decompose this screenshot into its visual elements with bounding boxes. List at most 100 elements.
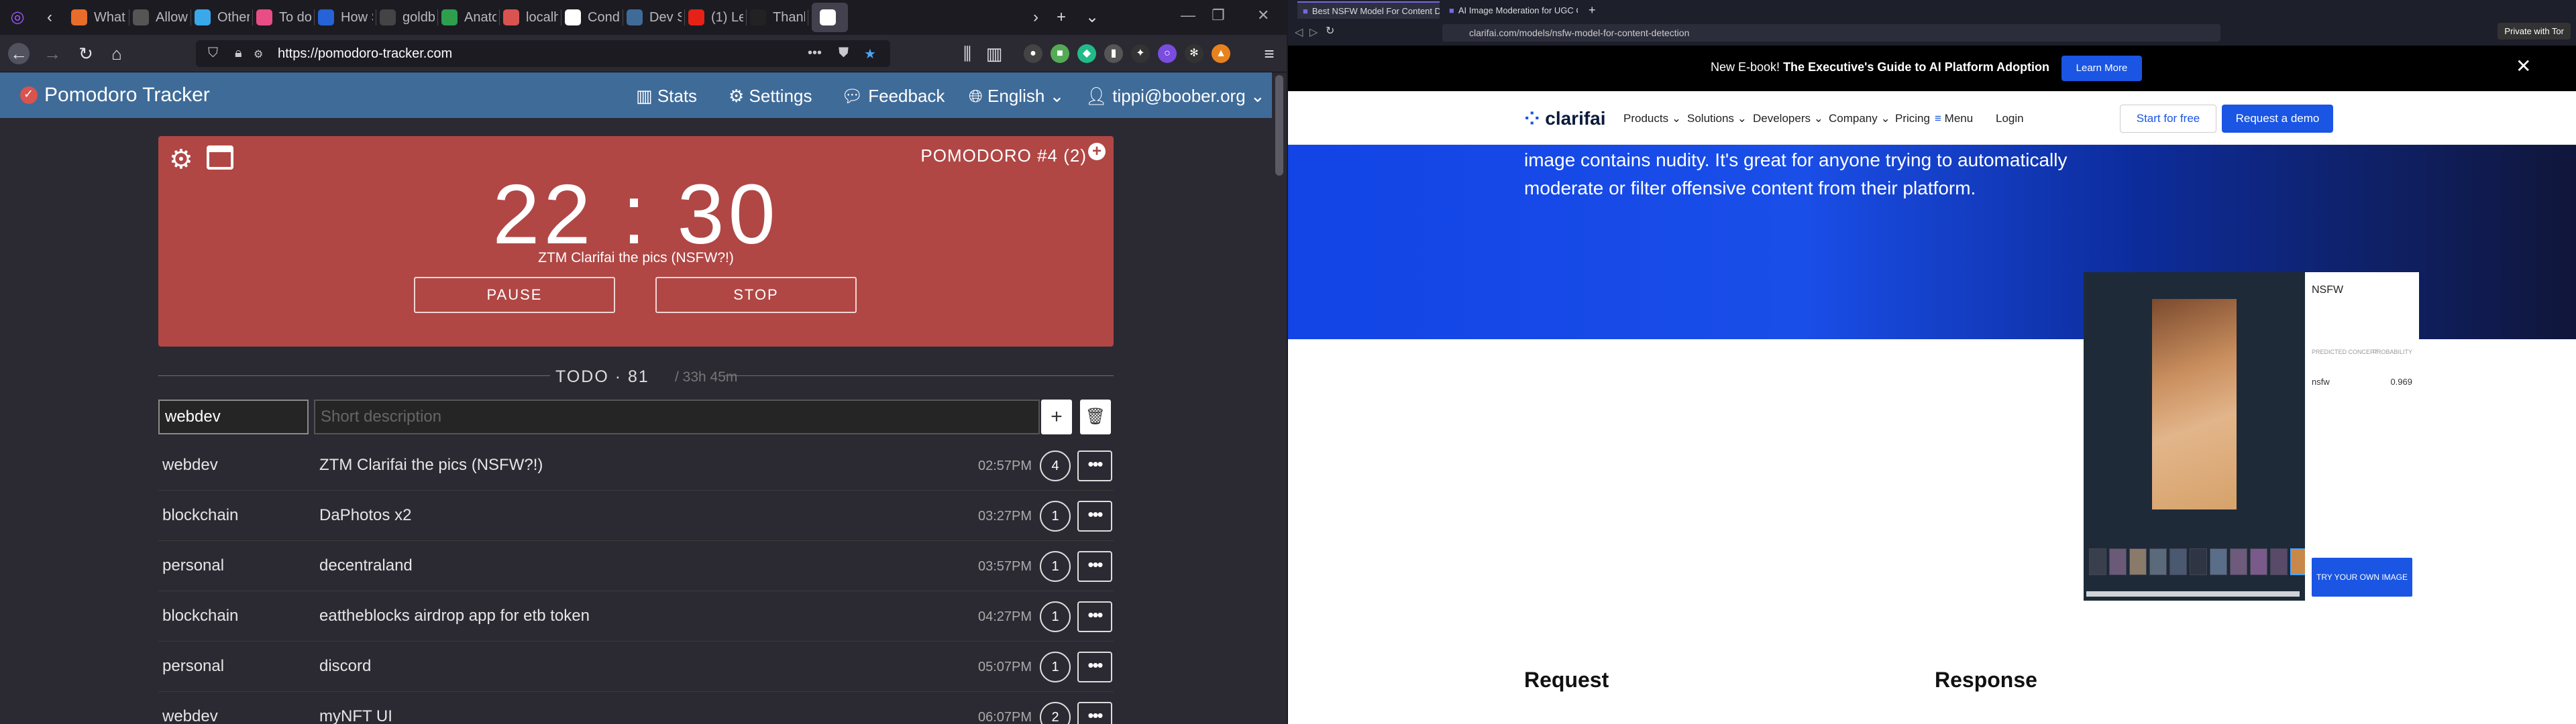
category-input[interactable]: webdev [158, 400, 309, 434]
stop-button[interactable]: STOP [655, 277, 857, 313]
private-with-tor-button[interactable]: Private with Tor [2498, 23, 2571, 40]
pomodoro-count-button[interactable]: 1 [1040, 551, 1071, 582]
pomodoro-count-button[interactable]: 2 [1040, 702, 1071, 724]
browser-tab[interactable]: Condi [565, 3, 620, 32]
extension-icon-4[interactable]: ▮ [1104, 44, 1123, 63]
firefox-view-icon[interactable]: ◎ [7, 7, 28, 28]
browser-tab[interactable]: Thank [750, 3, 805, 32]
thumbnail[interactable] [2250, 548, 2267, 575]
browser-tab[interactable]: (1) Le [688, 3, 743, 32]
pomodoro-count-button[interactable]: 1 [1040, 501, 1071, 532]
tab-nsfw-model[interactable]: ■ Best NSFW Model For Content D [1297, 1, 1440, 19]
browser-tab[interactable]: W [812, 3, 848, 32]
reload-icon[interactable]: ↻ [75, 43, 97, 64]
new-tab-icon[interactable]: + [1051, 7, 1072, 28]
nav-pricing[interactable]: Pricing [1895, 112, 1930, 125]
settings-link[interactable]: ⚙ Settings [729, 86, 812, 107]
reload-icon[interactable]: ↻ [1326, 24, 1334, 38]
minimize-icon[interactable]: — [1181, 7, 1195, 24]
metamask-icon[interactable]: ▲ [1212, 44, 1230, 63]
language-dropdown[interactable]: 🌐︎ English ⌄ [969, 86, 1064, 107]
scrollbar-thumb[interactable] [1275, 75, 1283, 176]
browser-tab[interactable]: How S [318, 3, 373, 32]
close-icon[interactable]: ✕ [2516, 55, 2531, 77]
library-icon[interactable]: ⫼ [957, 43, 978, 64]
thumbnail[interactable] [2109, 548, 2127, 575]
more-options-button[interactable]: ••• [1077, 702, 1112, 724]
page-actions-icon[interactable]: ••• [808, 46, 822, 61]
back-icon[interactable]: ◁ [1295, 25, 1303, 39]
app-brand[interactable]: Pomodoro Tracker [20, 84, 210, 107]
extension-icon-2[interactable]: ■ [1051, 44, 1069, 63]
more-options-button[interactable]: ••• [1077, 551, 1112, 582]
url-bar[interactable]: clarifai.com/models/nsfw-model-for-conte… [1442, 24, 2220, 42]
url-text[interactable]: https://pomodoro-tracker.com [278, 46, 452, 62]
tab-scroll-right-icon[interactable]: › [1025, 7, 1046, 28]
todo-row[interactable]: webdev ZTM Clarifai the pics (NSFW?!) 02:5… [158, 441, 1114, 491]
pause-button[interactable]: PAUSE [414, 277, 615, 313]
more-options-button[interactable]: ••• [1077, 601, 1112, 632]
thumbnail[interactable] [2149, 548, 2167, 575]
learn-more-button[interactable]: Learn More [2061, 56, 2142, 81]
browser-tab[interactable]: Dev S [627, 3, 682, 32]
browser-tab[interactable]: goldb [380, 3, 435, 32]
browser-tab[interactable]: Anato [441, 3, 496, 32]
pomodoro-count-button[interactable]: 1 [1040, 601, 1071, 632]
pomodoro-count-button[interactable]: 1 [1040, 652, 1071, 682]
todo-row[interactable]: personal discord 05:07PM 1 ••• [158, 642, 1114, 692]
todo-row[interactable]: personal decentraland 03:57PM 1 ••• [158, 542, 1114, 591]
tracking-shield-icon[interactable]: ⛉ [208, 46, 218, 61]
add-task-button[interactable]: + [1041, 400, 1072, 434]
more-options-button[interactable]: ••• [1077, 652, 1112, 682]
thumbnail[interactable] [2210, 548, 2227, 575]
extension-icon-1[interactable]: ● [1024, 44, 1042, 63]
start-for-free-button[interactable]: Start for free [2120, 105, 2216, 133]
app-menu-icon[interactable]: ≡ [1258, 43, 1280, 64]
nav-company[interactable]: Company ⌄ [1829, 112, 1890, 125]
list-all-tabs-icon[interactable]: ⌄ [1081, 7, 1103, 28]
todo-row[interactable]: webdev myNFT UI 06:07PM 2 ••• [158, 692, 1114, 724]
more-options-button[interactable]: ••• [1077, 450, 1112, 481]
scrollbar[interactable] [1272, 72, 1287, 724]
thumbnail[interactable] [2270, 548, 2288, 575]
nav-developers[interactable]: Developers ⌄ [1753, 112, 1823, 125]
user-dropdown[interactable]: 👤︎ tippi@boober.org ⌄ [1085, 86, 1265, 107]
new-tab-icon[interactable]: + [1583, 1, 1599, 19]
forward-icon[interactable]: → [42, 43, 63, 64]
url-bar[interactable]: ⛉ 🔒︎ ⚙ https://pomodoro-tracker.com ••• … [196, 40, 890, 67]
thumbnail[interactable] [2129, 548, 2147, 575]
nav-menu[interactable]: ≡ Menu [1935, 112, 1973, 125]
lock-icon[interactable]: 🔒︎ [235, 46, 242, 61]
todo-row[interactable]: blockchain DaPhotos x2 03:27PM 1 ••• [158, 491, 1114, 541]
home-icon[interactable]: ⌂ [106, 43, 127, 64]
close-window-icon[interactable]: ✕ [1257, 7, 1269, 24]
permissions-icon[interactable]: ⚙ [254, 48, 263, 61]
thumbnail[interactable] [2169, 548, 2187, 575]
browser-tab[interactable]: Other [195, 3, 250, 32]
more-options-button[interactable]: ••• [1077, 501, 1112, 532]
browser-tab[interactable]: To do [256, 3, 311, 32]
browser-tab[interactable]: What [71, 3, 126, 32]
trash-icon[interactable]: 🗑︎ [1080, 400, 1111, 434]
back-icon[interactable]: ← [8, 43, 30, 64]
bookmark-star-icon[interactable]: ★ [864, 46, 876, 62]
stats-link[interactable]: ▥ Stats [636, 86, 697, 107]
feedback-link[interactable]: 💬︎ Feedback [841, 86, 945, 107]
browser-tab[interactable]: Allow [133, 3, 188, 32]
restore-icon[interactable]: ❐ [1212, 7, 1225, 24]
nav-login[interactable]: Login [1996, 112, 2024, 125]
clarifai-logo[interactable]: ⁘ clarifai [1524, 107, 1606, 129]
nav-solutions[interactable]: Solutions ⌄ [1687, 112, 1747, 125]
extension-icon-3[interactable]: ◆ [1077, 44, 1096, 63]
forward-icon[interactable]: ▷ [1309, 25, 1318, 39]
thumbnail[interactable] [2230, 548, 2247, 575]
request-demo-button[interactable]: Request a demo [2222, 105, 2333, 133]
extension-icon-5[interactable]: ✦ [1131, 44, 1150, 63]
sidebar-icon[interactable]: ▥ [983, 43, 1005, 64]
description-input[interactable]: Short description [314, 400, 1040, 434]
thumbnail[interactable] [2190, 548, 2207, 575]
todo-row[interactable]: blockchain eattheblocks airdrop app for e… [158, 592, 1114, 642]
tab-list-left-icon[interactable]: ‹ [39, 7, 60, 28]
tab-ai-moderation[interactable]: ■ AI Image Moderation for UGC Conten [1444, 1, 1578, 19]
thumbnail[interactable] [2089, 548, 2106, 575]
